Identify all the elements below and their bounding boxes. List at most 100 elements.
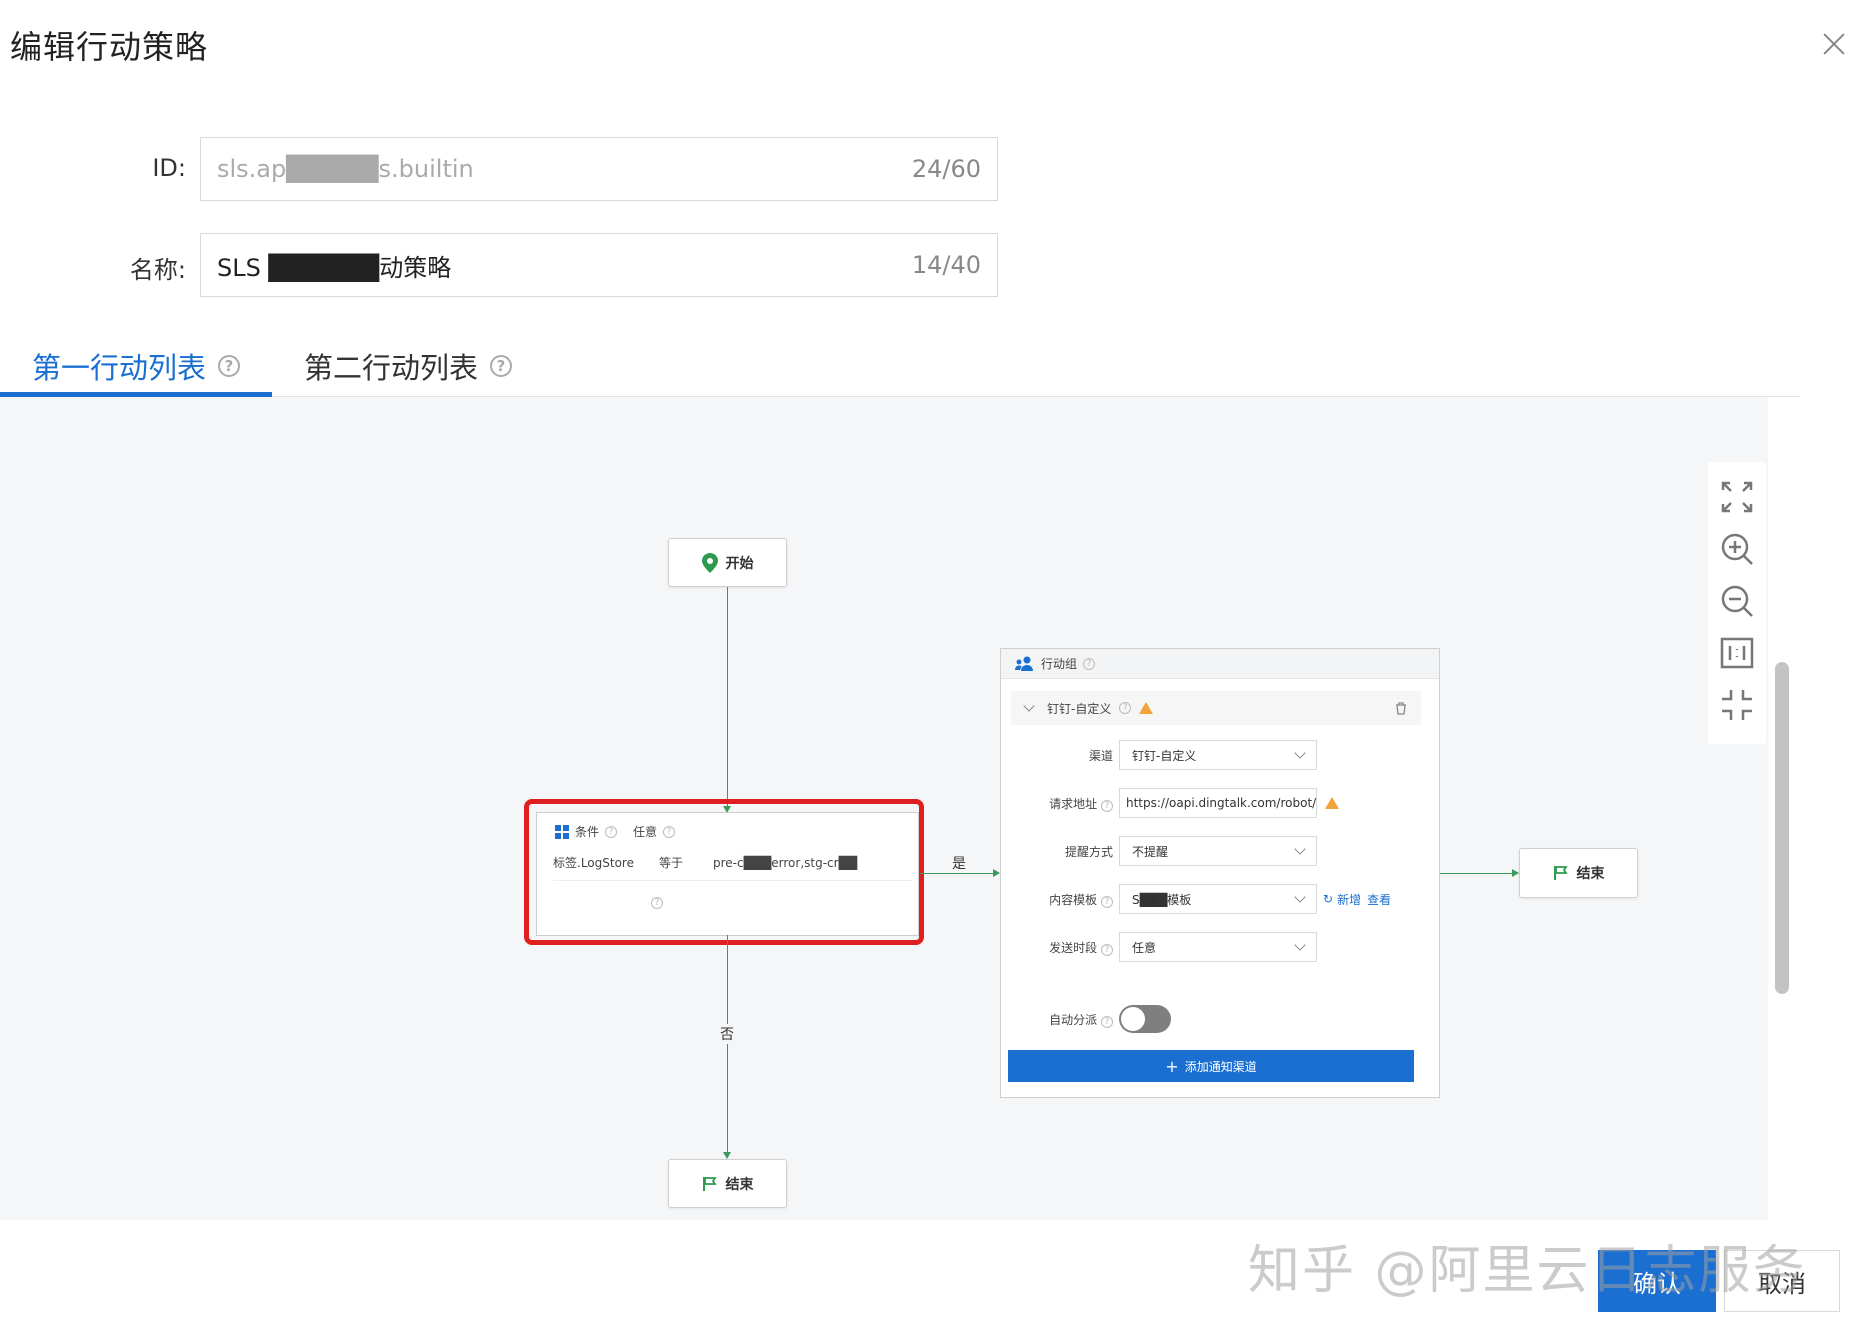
canvas-toolbar — [1708, 462, 1766, 744]
chevron-down-icon — [1294, 747, 1306, 759]
name-value: SLS ██████动策略 — [217, 253, 452, 282]
refresh-icon[interactable]: ↻ — [1323, 892, 1333, 906]
id-label: ID: — [152, 154, 186, 182]
send-period-row: 发送时段 ? 任意 — [1001, 931, 1441, 963]
edge-condition-action — [920, 873, 998, 874]
tab-first-action-list[interactable]: 第一行动列表 ? — [32, 345, 241, 387]
tab-label: 第一行动列表 — [32, 351, 207, 385]
end-label: 结束 — [1576, 866, 1605, 882]
chevron-down-icon — [1294, 891, 1306, 903]
send-period-value: 任意 — [1132, 940, 1157, 955]
help-icon[interactable]: ? — [1119, 702, 1132, 714]
arrow-down — [723, 1152, 731, 1159]
condition-node[interactable]: 条件 ? 任意 ? 标签.LogStore 等于 pre-c███error,s… — [536, 812, 919, 936]
chevron-down-icon[interactable] — [1023, 700, 1035, 712]
template-select[interactable]: S███模板 — [1119, 884, 1317, 914]
template-add-link[interactable]: 新增 — [1337, 891, 1361, 908]
flag-icon — [702, 1176, 717, 1191]
template-row: 内容模板 ? S███模板 ↻ 新增 查看 — [1001, 883, 1441, 915]
help-icon[interactable]: ? — [663, 825, 676, 838]
flag-icon — [1553, 866, 1568, 880]
id-input[interactable]: sls.ap█████s.builtin 24/60 — [200, 137, 998, 201]
dialog-title: 编辑行动策略 — [10, 28, 209, 66]
condition-value: pre-c███error,stg-cr██ — [713, 855, 858, 870]
url-input[interactable]: https://oapi.dingtalk.com/robot/s — [1119, 788, 1317, 818]
channel-value: 钉钉-自定义 — [1132, 748, 1197, 763]
add-channel-label: 添加通知渠道 — [1184, 1059, 1257, 1074]
channel-header-label: 钉钉-自定义 — [1047, 701, 1112, 716]
zoom-out-icon[interactable] — [1718, 582, 1756, 620]
warning-icon — [1139, 702, 1154, 714]
send-period-select[interactable]: 任意 — [1119, 932, 1317, 962]
end-node-right[interactable]: 结束 — [1519, 848, 1638, 898]
add-channel-button[interactable]: + 添加通知渠道 — [1008, 1050, 1414, 1082]
chevron-down-icon — [1294, 939, 1306, 951]
send-period-label: 发送时段 ? — [1001, 939, 1119, 956]
close-icon[interactable] — [1820, 30, 1848, 58]
fullscreen-icon[interactable] — [1718, 478, 1756, 516]
no-label: 否 — [720, 1024, 734, 1044]
help-icon: ? — [1101, 799, 1113, 812]
warning-icon — [1325, 797, 1339, 809]
location-pin-icon — [701, 552, 718, 573]
channel-select[interactable]: 钉钉-自定义 — [1119, 740, 1317, 770]
reminder-label: 提醒方式 — [1064, 844, 1113, 859]
channel-label: 渠道 — [1088, 748, 1113, 763]
trash-icon[interactable] — [1395, 702, 1407, 715]
condition-row: 标签.LogStore 等于 pre-c███error,stg-cr██ — [553, 845, 913, 881]
edge-action-end — [1440, 873, 1516, 874]
auto-dispatch-toggle[interactable] — [1119, 1005, 1171, 1033]
id-char-count: 24/60 — [911, 155, 981, 183]
reminder-value: 不提醒 — [1132, 844, 1169, 859]
start-node[interactable]: 开始 — [668, 538, 787, 587]
help-icon: ? — [1101, 895, 1113, 908]
help-icon[interactable]: ? — [605, 825, 618, 838]
action-group-node[interactable]: 行动组 ? 钉钉-自定义 ? 渠道 钉钉-自定义 请求地址 ? https://… — [1000, 648, 1440, 1098]
url-label: 请求地址 ? — [1001, 795, 1119, 812]
condition-mode: 任意 — [633, 825, 658, 839]
reminder-select[interactable]: 不提醒 — [1119, 836, 1317, 866]
url-value: https://oapi.dingtalk.com/robot/s — [1126, 796, 1317, 810]
condition-field: 标签.LogStore — [553, 856, 634, 870]
plus-icon: + — [1165, 1056, 1179, 1076]
help-icon: ? — [1101, 1015, 1113, 1028]
condition-operator: 等于 — [659, 856, 684, 870]
reminder-row: 提醒方式 不提醒 — [1001, 835, 1441, 867]
action-group-title: 行动组 — [1041, 657, 1078, 671]
help-icon: ? — [1101, 943, 1113, 956]
channel-row: 渠道 钉钉-自定义 — [1001, 739, 1441, 771]
tab-second-action-list[interactable]: 第二行动列表 ? — [304, 345, 513, 387]
id-value: sls.ap█████s.builtin — [217, 155, 474, 183]
tab-label: 第二行动列表 — [304, 351, 479, 385]
scrollbar-thumb[interactable] — [1775, 662, 1789, 994]
help-icon[interactable]: ? — [651, 897, 663, 909]
condition-title: 条件 — [575, 825, 600, 839]
team-icon — [1015, 656, 1033, 671]
end-node-bottom[interactable]: 结束 — [668, 1159, 787, 1208]
channel-header[interactable]: 钉钉-自定义 ? — [1011, 691, 1421, 725]
name-label: 名称: — [129, 256, 186, 284]
help-icon[interactable]: ? — [1083, 657, 1096, 670]
template-view-link[interactable]: 查看 — [1367, 891, 1391, 908]
end-label: 结束 — [725, 1176, 754, 1193]
arrow-right — [1512, 869, 1519, 877]
zoom-in-icon[interactable] — [1718, 530, 1756, 568]
url-row: 请求地址 ? https://oapi.dingtalk.com/robot/s — [1001, 787, 1441, 819]
grid-icon — [555, 824, 569, 839]
help-icon[interactable]: ? — [490, 355, 513, 377]
chevron-down-icon — [1294, 843, 1306, 855]
yes-label: 是 — [952, 856, 966, 872]
name-char-count: 14/40 — [911, 251, 981, 279]
help-icon[interactable]: ? — [218, 355, 241, 377]
auto-dispatch-label: 自动分派 ? — [1001, 1011, 1119, 1028]
watermark: 知乎 @阿里云日志服务 — [1248, 1241, 1807, 1301]
start-label: 开始 — [725, 555, 754, 572]
template-label: 内容模板 ? — [1001, 891, 1119, 908]
edge-start-condition — [727, 587, 728, 807]
actual-size-icon[interactable] — [1718, 634, 1756, 672]
auto-dispatch-row: 自动分派 ? — [1001, 1003, 1441, 1035]
fit-view-icon[interactable] — [1718, 686, 1756, 724]
template-value: S███模板 — [1132, 892, 1192, 907]
name-input[interactable]: SLS ██████动策略 14/40 — [200, 233, 998, 297]
arrow-right — [993, 869, 1000, 877]
